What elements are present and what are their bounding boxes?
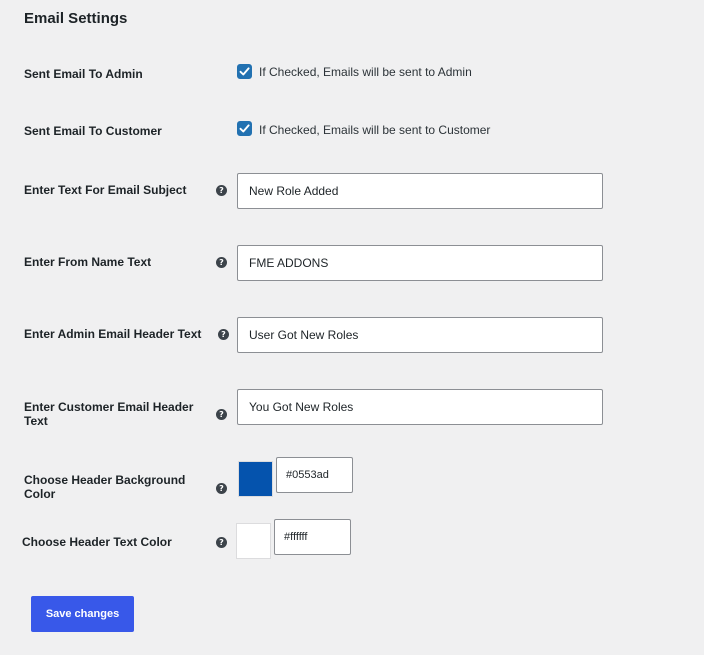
help-icon[interactable]: ?	[216, 409, 227, 420]
help-icon[interactable]: ?	[216, 537, 227, 548]
admin-header-label: Enter Admin Email Header Text	[24, 327, 202, 341]
send-admin-label: Sent Email To Admin	[24, 67, 143, 81]
customer-header-label-line2: Text	[24, 414, 48, 428]
header-text-color-swatch[interactable]	[236, 523, 271, 559]
email-subject-input[interactable]	[237, 173, 603, 209]
send-admin-checkbox[interactable]	[237, 64, 252, 79]
help-icon[interactable]: ?	[216, 483, 227, 494]
header-bg-color-swatch[interactable]	[238, 461, 273, 497]
from-name-label: Enter From Name Text	[24, 255, 152, 269]
save-button[interactable]: Save changes	[31, 596, 134, 632]
help-icon[interactable]: ?	[216, 257, 227, 268]
help-icon[interactable]: ?	[216, 185, 227, 196]
header-bg-color-label-line2: Color	[24, 487, 56, 501]
customer-header-label-line1: Enter Customer Email Header	[24, 400, 194, 414]
page-title: Email Settings	[24, 10, 128, 27]
customer-header-input[interactable]	[237, 389, 603, 425]
checkmark-icon	[239, 67, 250, 76]
help-icon[interactable]: ?	[218, 329, 229, 340]
header-bg-color-input[interactable]	[276, 457, 353, 493]
header-bg-color-label: Choose Header Background Color	[24, 473, 199, 501]
send-customer-checkbox[interactable]	[237, 121, 252, 136]
from-name-input[interactable]	[237, 245, 603, 281]
admin-header-input[interactable]	[237, 317, 603, 353]
checkmark-icon	[239, 124, 250, 133]
header-bg-color-label-line1: Choose Header Background	[24, 473, 186, 487]
email-subject-label: Enter Text For Email Subject	[24, 183, 187, 197]
header-text-color-label: Choose Header Text Color	[22, 535, 172, 549]
send-admin-description: If Checked, Emails will be sent to Admin	[259, 65, 472, 79]
customer-header-label: Enter Customer Email Header Text	[24, 400, 199, 428]
send-customer-label: Sent Email To Customer	[24, 124, 162, 138]
header-text-color-input[interactable]	[274, 519, 351, 555]
send-customer-description: If Checked, Emails will be sent to Custo…	[259, 123, 491, 137]
